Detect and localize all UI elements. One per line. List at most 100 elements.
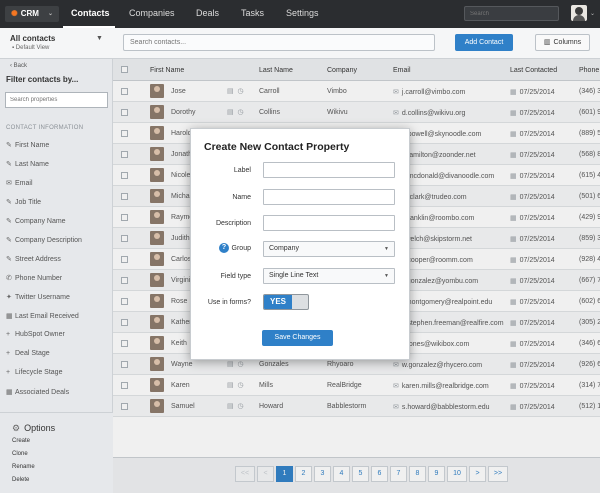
nav-contacts[interactable]: Contacts — [71, 8, 110, 18]
nav-settings[interactable]: Settings — [286, 8, 319, 18]
filter-label: Job Title — [15, 199, 42, 206]
dialog-title: Create New Contact Property — [204, 141, 350, 153]
edit-icon: ✎ — [6, 256, 12, 263]
field-type-selected-value: Single Line Text — [269, 272, 319, 279]
field-type-select[interactable]: Single Line Text ▼ — [263, 268, 395, 284]
top-navigation-bar: ✺ CRM ⌄ Contacts Companies Deals Tasks Se… — [0, 0, 600, 28]
filter-heading: Filter contacts by... — [6, 75, 79, 84]
sprocket-logo-icon: ✺ — [11, 9, 18, 18]
columns-icon: ▥ — [543, 39, 551, 46]
nav-deals[interactable]: Deals — [196, 8, 219, 18]
user-avatar[interactable] — [571, 5, 587, 21]
crm-menu-button[interactable]: ✺ CRM ⌄ — [5, 6, 59, 22]
label-field-label: Label — [233, 167, 251, 174]
view-title: All contacts — [10, 34, 56, 43]
description-field-label: Description — [215, 220, 251, 227]
section-heading: CONTACT INFORMATION — [6, 125, 84, 131]
logo-label: CRM — [20, 9, 39, 18]
filter-email[interactable]: ✉ Email — [6, 179, 33, 187]
create-property-dialog: Create New Contact Property Label Name D… — [190, 128, 410, 360]
filter-label: Associated Deals — [15, 389, 70, 396]
edit-icon: ✎ — [6, 142, 12, 149]
name-field-label: Name — [232, 194, 251, 201]
option-rename[interactable]: Rename — [12, 464, 35, 470]
phone-icon: ✆ — [6, 275, 12, 282]
twitter-icon: ✦ — [6, 294, 12, 301]
edit-icon: ✎ — [6, 237, 12, 244]
name-input[interactable] — [263, 189, 395, 205]
use-in-forms-label: Use in forms? — [207, 299, 251, 306]
group-field-label: Group — [231, 245, 251, 252]
options-heading-text: Options — [24, 423, 56, 433]
chevron-down-icon: ⌄ — [47, 11, 53, 17]
filter-label: Last Email Received — [15, 313, 79, 320]
option-clone[interactable]: Clone — [12, 451, 28, 457]
caret-down-icon: ▼ — [384, 273, 389, 279]
toggle-on-label: YES — [264, 295, 292, 309]
view-subtitle-text: Default View — [15, 45, 50, 51]
sidebar: All contacts ▪ Default View ▼ ‹ Back Fil… — [0, 28, 113, 493]
filter-last-name[interactable]: ✎ Last Name — [6, 160, 49, 168]
calendar-icon: ▦ — [6, 389, 13, 396]
filter-first-name[interactable]: ✎ First Name — [6, 141, 49, 149]
filter-phone-number[interactable]: ✆ Phone Number — [6, 274, 62, 282]
filter-label: First Name — [15, 142, 50, 149]
group-selected-value: Company — [269, 245, 299, 252]
filter-company-name[interactable]: ✎ Company Name — [6, 217, 66, 225]
columns-label: Columns — [553, 39, 582, 46]
filter-label: Lifecycle Stage — [15, 369, 63, 376]
filter-label: Company Name — [15, 218, 66, 225]
filter-job-title[interactable]: ✎ Job Title — [6, 198, 41, 206]
filter-label: Deal Stage — [15, 350, 50, 357]
nav-tasks[interactable]: Tasks — [241, 8, 264, 18]
calendar-icon: ▦ — [6, 313, 13, 320]
caret-down-icon: ▼ — [384, 246, 389, 252]
contact-search-input[interactable] — [123, 34, 435, 51]
columns-button[interactable]: ▥ Columns — [535, 34, 590, 51]
back-link[interactable]: ‹ Back — [10, 63, 27, 69]
email-icon: ✉ — [6, 180, 12, 187]
filter-last-email-received[interactable]: ▦ Last Email Received — [6, 312, 79, 320]
option-create[interactable]: Create — [12, 438, 30, 444]
back-label: Back — [13, 63, 28, 69]
view-subtitle: ▪ Default View — [12, 45, 50, 51]
chevron-down-icon[interactable]: ⌄ — [590, 10, 595, 17]
filter-label: Twitter Username — [15, 294, 70, 301]
edit-icon: ✎ — [6, 199, 12, 206]
nav-companies[interactable]: Companies — [129, 8, 175, 18]
global-search-input[interactable] — [464, 6, 559, 21]
description-input[interactable] — [263, 215, 395, 231]
edit-icon: ✎ — [6, 161, 12, 168]
filter-label: Last Name — [15, 161, 49, 168]
filter-label: Phone Number — [15, 275, 63, 282]
filter-label: Email — [15, 180, 33, 187]
options-panel: ⚙ Options Create Clone Rename Delete — [0, 412, 113, 493]
filter-twitter-username[interactable]: ✦ Twitter Username — [6, 293, 70, 301]
gear-icon: ⚙ — [12, 423, 21, 433]
field-type-label: Field type — [220, 273, 251, 280]
caret-down-icon: ▼ — [96, 35, 103, 42]
filter-label: HubSpot Owner — [15, 331, 65, 338]
save-changes-button[interactable]: Save Changes — [262, 330, 333, 346]
filter-company-description[interactable]: ✎ Company Description — [6, 236, 82, 244]
plus-icon: + — [6, 369, 11, 376]
view-selector[interactable]: All contacts ▪ Default View ▼ — [0, 28, 113, 59]
contacts-toolbar: Add Contact ▥Columns — [113, 28, 600, 59]
plus-icon: + — [6, 331, 11, 338]
option-delete[interactable]: Delete — [12, 477, 29, 483]
filter-deal-stage[interactable]: + Deal Stage — [6, 350, 50, 357]
label-input[interactable] — [263, 162, 395, 178]
filter-street-address[interactable]: ✎ Street Address — [6, 255, 61, 263]
edit-icon: ✎ — [6, 218, 12, 225]
use-in-forms-toggle[interactable]: YES — [263, 294, 309, 310]
filter-hubspot-owner[interactable]: + HubSpot Owner — [6, 331, 65, 338]
help-icon[interactable]: ? — [219, 243, 229, 253]
filter-associated-deals[interactable]: ▦ Associated Deals — [6, 388, 69, 396]
plus-icon: + — [6, 350, 11, 357]
filter-lifecycle-stage[interactable]: + Lifecycle Stage — [6, 369, 62, 376]
add-contact-button[interactable]: Add Contact — [455, 34, 513, 51]
filter-label: Company Description — [15, 237, 82, 244]
group-select[interactable]: Company ▼ — [263, 241, 395, 257]
filter-label: Street Address — [15, 256, 61, 263]
property-search-input[interactable] — [5, 92, 108, 108]
